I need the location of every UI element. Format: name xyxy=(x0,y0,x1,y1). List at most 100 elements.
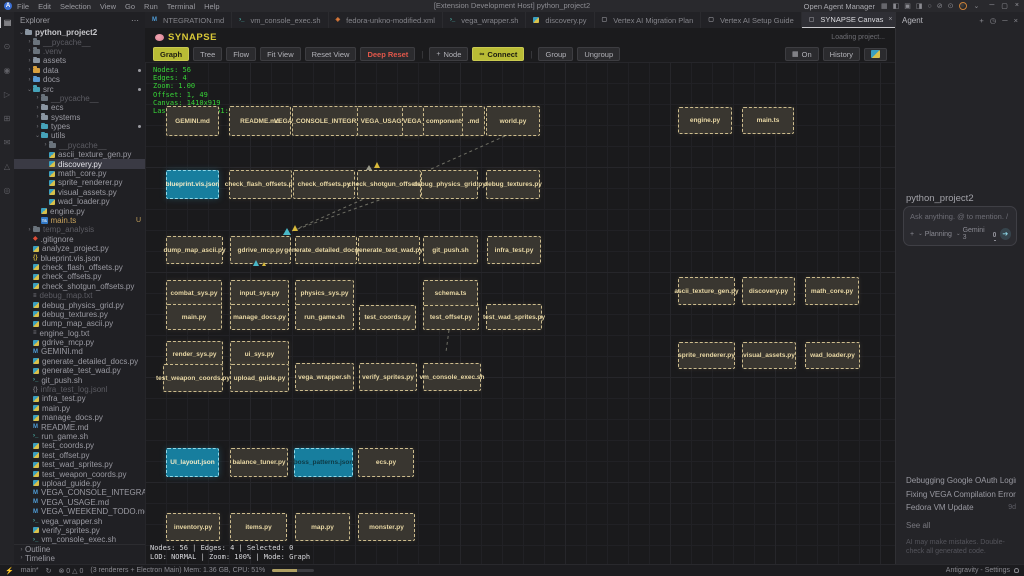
tab-vertex-ai-migration-plan[interactable]: ▢Vertex AI Migration Plan xyxy=(595,12,702,28)
more-actions-icon[interactable]: ⋯ xyxy=(131,16,139,25)
tree-item-gdrive_mcp.py[interactable]: gdrive_mcp.py xyxy=(14,338,145,347)
tree-item-check_offsets.py[interactable]: check_offsets.py xyxy=(14,272,145,281)
activitybar-chat-icon[interactable]: ✉ xyxy=(0,137,14,148)
tree-item-ecs[interactable]: ›ecs xyxy=(14,103,145,112)
graph-node-dump_map_ascii-py[interactable]: dump_map_ascii.py xyxy=(166,236,223,264)
tree-item-__pycache__[interactable]: ›__pycache__ xyxy=(14,141,145,150)
new-chat-icon[interactable]: + xyxy=(979,16,983,25)
section-outline[interactable]: ›Outline xyxy=(14,545,145,554)
Ungroup-button[interactable]: Ungroup xyxy=(577,47,620,61)
activitybar-search-icon[interactable]: ⊙ xyxy=(0,41,14,52)
activitybar-account-icon[interactable]: ◎ xyxy=(0,185,14,196)
tree-item-VEGA_CONSOLE_INTEGRATION.md[interactable]: MVEGA_CONSOLE_INTEGRATION.md xyxy=(14,488,145,497)
statusbar-problems[interactable]: ⊗ 0 △ 0 xyxy=(59,567,84,575)
tree-item-visual_assets.py[interactable]: visual_assets.py xyxy=(14,188,145,197)
menu-selection[interactable]: Selection xyxy=(60,2,91,11)
graph-node-test_wad_sprites-py[interactable]: test_wad_sprites.py xyxy=(486,304,542,330)
graph-node-physics_sys-py[interactable]: physics_sys.py xyxy=(295,280,354,307)
tree-item-.venv[interactable]: ›.venv xyxy=(14,47,145,56)
tree-item-verify_sprites.py[interactable]: verify_sprites.py xyxy=(14,526,145,535)
graph-node-test_offset-py[interactable]: test_offset.py xyxy=(423,305,479,330)
graph-node-sprite_renderer-py[interactable]: sprite_renderer.py xyxy=(678,342,735,369)
graph-node-monster-py[interactable]: monster.py xyxy=(358,513,415,541)
menu-run[interactable]: Run xyxy=(144,2,158,11)
tree-item-main.ts[interactable]: TSmain.tsU xyxy=(14,216,145,225)
graph-node-generate_test_wad-py[interactable]: generate_test_wad.py xyxy=(358,236,420,264)
graph-node-vega_console_integration[interactable]: VEGA_CONSOLE_INTEGRATION xyxy=(292,106,358,136)
panel-bottom-icon[interactable]: ▣ xyxy=(904,2,911,10)
tree-item-dump_map_ascii.py[interactable]: dump_map_ascii.py xyxy=(14,319,145,328)
graph-node-manage_docs-py[interactable]: manage_docs.py xyxy=(230,304,289,330)
agent-input-card[interactable]: Ask anything. @ to mention. / for workfl… xyxy=(903,206,1017,246)
graph-node-blueprint-vis-json[interactable]: blueprint.vis.json xyxy=(166,170,219,199)
tree-item-debug_textures.py[interactable]: debug_textures.py xyxy=(14,310,145,319)
menu-file[interactable]: File xyxy=(17,2,29,11)
graph-node-debug_textures-py[interactable]: debug_textures.py xyxy=(486,170,540,199)
tree-item-debug_map.txt[interactable]: ≡debug_map.txt xyxy=(14,291,145,300)
activitybar-extensions-icon[interactable]: ⊞ xyxy=(0,113,14,124)
tree-item-upload_guide.py[interactable]: upload_guide.py xyxy=(14,479,145,488)
panel-left-icon[interactable]: ◧ xyxy=(893,2,900,10)
attach-plus-icon[interactable]: + xyxy=(910,231,914,238)
section-timeline[interactable]: ›Timeline xyxy=(14,554,145,563)
tab-vega_wrapper-sh[interactable]: ›_vega_wrapper.sh xyxy=(443,12,526,28)
search-icon[interactable]: ○ xyxy=(927,3,931,10)
conversation-item[interactable]: Fedora VM Update9d xyxy=(906,501,1016,515)
tree-item-generate_detailed_docs.py[interactable]: generate_detailed_docs.py xyxy=(14,357,145,366)
menu-edit[interactable]: Edit xyxy=(38,2,51,11)
agent-input[interactable]: Ask anything. @ to mention. / for workfl… xyxy=(910,212,1010,221)
model-dropdown[interactable]: ⌄Gemini 3 xyxy=(956,227,989,241)
tab-fedora-unkno-modified-xml[interactable]: ◈fedora-unkno-modified.xml xyxy=(329,12,443,28)
see-all-link[interactable]: See all xyxy=(906,521,1016,530)
tree-item-__pycache__[interactable]: ›__pycache__ xyxy=(14,37,145,46)
statusbar-resource-monitor[interactable]: (3 renderers + Electron Main) Mem: 1.36 … xyxy=(90,567,265,574)
graph-node-schema-ts[interactable]: schema.ts xyxy=(423,280,478,307)
mic-icon[interactable] xyxy=(993,232,996,237)
activitybar-testing-icon[interactable]: △ xyxy=(0,161,14,172)
graph-node-main-ts[interactable]: main.ts xyxy=(742,107,794,134)
graph-node-math_core-py[interactable]: math_core.py xyxy=(805,277,859,305)
graph-node-test_coords-py[interactable]: test_coords.py xyxy=(359,305,416,330)
tree-item-main.py[interactable]: main.py xyxy=(14,404,145,413)
graph-node--md[interactable]: .md xyxy=(462,106,485,136)
tree-item-test_weapon_coords.py[interactable]: test_weapon_coords.py xyxy=(14,469,145,478)
tab-ntegration-md[interactable]: MNTEGRATION.md xyxy=(145,12,232,28)
conversation-item[interactable]: Fixing VEGA Compilation Errors9d xyxy=(906,488,1016,502)
activitybar-run-debug-icon[interactable]: ▷ xyxy=(0,89,14,100)
planning-dropdown[interactable]: ⌄Planning xyxy=(918,231,952,238)
graph-node-balance_tuner-py[interactable]: balance_tuner.py xyxy=(230,448,288,477)
activitybar-source-control-icon[interactable]: ◉ xyxy=(0,65,14,76)
On-button[interactable]: ▦On xyxy=(785,47,819,61)
menu-view[interactable]: View xyxy=(100,2,116,11)
chevron-down-icon[interactable]: ⌄ xyxy=(973,2,979,10)
menu-go[interactable]: Go xyxy=(125,2,135,11)
tree-item-check_flash_offsets.py[interactable]: check_flash_offsets.py xyxy=(14,263,145,272)
graph-node-check_flash_offsets-py[interactable]: check_flash_offsets.py xyxy=(229,170,292,199)
tab-vm_console_exec-sh[interactable]: ›_vm_console_exec.sh xyxy=(232,12,328,28)
tree-item-test_offset.py[interactable]: test_offset.py xyxy=(14,451,145,460)
graph-node-visual_assets-py[interactable]: visual_assets.py xyxy=(742,342,796,369)
tree-item-vega_wrapper.sh[interactable]: ›_vega_wrapper.sh xyxy=(14,516,145,525)
tree-item-src[interactable]: ⌄src xyxy=(14,84,145,93)
Tree-button[interactable]: Tree xyxy=(193,47,222,61)
graph-node-debug_physics_grid-py[interactable]: debug_physics_grid.py xyxy=(421,170,478,199)
graph-node-upload_guide-py[interactable]: upload_guide.py xyxy=(230,364,289,392)
graph-node-main-py[interactable]: main.py xyxy=(166,304,222,330)
tree-item-discovery.py[interactable]: discovery.py xyxy=(14,159,145,168)
close-icon[interactable]: × xyxy=(1015,2,1019,10)
graph-node-gdrive_mcp-py[interactable]: gdrive_mcp.py xyxy=(230,236,291,264)
avatar[interactable] xyxy=(959,2,967,10)
tree-item-git_push.sh[interactable]: ›_git_push.sh xyxy=(14,375,145,384)
Fit View-button[interactable]: Fit View xyxy=(260,47,301,61)
panel-right-icon[interactable]: ◨ xyxy=(916,2,923,10)
antigravity-settings-label[interactable]: Antigravity - Settings xyxy=(946,567,1010,574)
menu-terminal[interactable]: Terminal xyxy=(167,2,195,11)
Graph-button[interactable]: Graph xyxy=(153,47,189,61)
activitybar-explorer-icon[interactable]: ▤ xyxy=(0,17,14,28)
History-button[interactable]: History xyxy=(823,47,860,61)
settings-icon[interactable]: ⊙ xyxy=(948,2,954,10)
graph-node-ascii_texture_gen-py[interactable]: ascii_texture_gen.py xyxy=(678,277,735,305)
tree-item-generate_test_wad.py[interactable]: generate_test_wad.py xyxy=(14,366,145,375)
close-icon[interactable]: × xyxy=(1014,16,1018,25)
open-agent-manager-button[interactable]: Open Agent Manager xyxy=(804,2,875,11)
